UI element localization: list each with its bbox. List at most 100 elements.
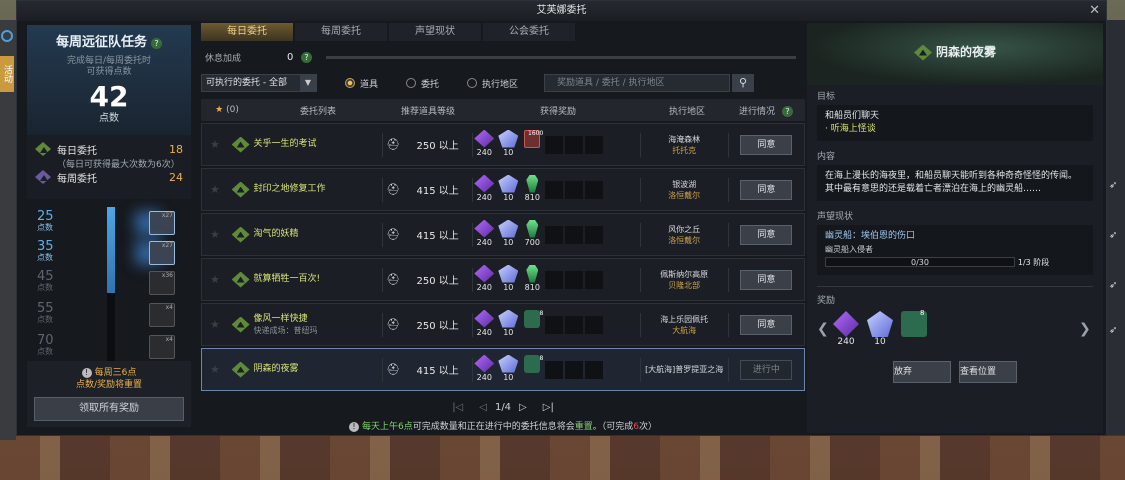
search-input[interactable]: 奖励道具 / 委托 / 执行地区 (544, 74, 731, 92)
favorite-star-icon[interactable]: ★ (202, 228, 228, 241)
quest-row[interactable]: ★ 封印之地修复工作 ⛑ 415 以上 240 10 810 银波湖 洛恒戴尔 同意 (201, 168, 805, 211)
reward-item[interactable]: 10 (497, 174, 519, 205)
reward-item[interactable]: 1600 (521, 129, 543, 160)
star-icon[interactable]: ★ (215, 105, 223, 115)
favorite-star-icon[interactable]: ★ (202, 363, 228, 376)
tier-reward-chest-icon[interactable]: x4 (149, 335, 175, 359)
reward-item[interactable]: 240 (473, 309, 495, 340)
reward-item[interactable]: 240 (473, 219, 495, 250)
expedition-title: 每周远征队任务 (55, 35, 147, 50)
weekly-quest-icon (35, 170, 51, 184)
claim-all-button[interactable]: 领取所有奖励 (34, 397, 184, 421)
quest-row[interactable]: ★ 就算牺牲一百次! ⛑ 250 以上 240 10 810 佩斯纳尔高原 贝隆北部 同意 (201, 258, 805, 301)
reward-item[interactable]: 8 (521, 354, 543, 385)
info-icon: ! (348, 422, 359, 432)
reward-item[interactable]: 700 (521, 219, 543, 250)
prev-page-icon[interactable]: ◁ (479, 402, 487, 413)
tab-0[interactable]: 每日委托 (201, 23, 293, 41)
close-icon[interactable]: ✕ (1089, 1, 1100, 21)
accept-button[interactable]: 同意 (740, 179, 793, 200)
help-icon[interactable]: ? (151, 38, 162, 49)
tier-level: 55 点数 (37, 301, 54, 324)
quest-name: 关乎一生的考试 (253, 139, 317, 149)
reward-item[interactable]: 240 (473, 264, 495, 295)
empty-reward-slot (565, 135, 584, 154)
table-header: ★ (0) 委托列表 推荐道具等级 获得奖励 执行地区 进行情况 ? (201, 99, 805, 121)
reward-item[interactable]: 240 (473, 354, 495, 385)
quest-type-icon (913, 44, 932, 61)
favorite-star-icon[interactable]: ★ (202, 138, 228, 151)
quest-row[interactable]: ★ 关乎一生的考试 ⛑ 250 以上 240 10 1600 海淹森林 托托克 同意 (201, 123, 805, 166)
last-page-icon[interactable]: ▷| (543, 402, 554, 413)
accept-button[interactable]: 同意 (740, 269, 793, 290)
tier-level: 35 点数 (37, 239, 54, 262)
tier-reward-chest-icon[interactable]: x27 (149, 241, 175, 265)
quest-row[interactable]: ★ 阴森的夜雾 ⛑ 415 以上 240 10 8 [大航海]普罗提亚之海 进行中 (201, 348, 805, 391)
reputation-sub: 幽灵船入侵者 (825, 245, 873, 254)
favorite-count: (0) (226, 105, 239, 115)
event-tab[interactable]: 活动 (0, 56, 14, 92)
pin-icon[interactable]: ➶ (1109, 230, 1121, 242)
detail-reward-item[interactable]: 10 (865, 311, 895, 347)
reward-item[interactable]: 10 (497, 309, 519, 340)
locate-button[interactable]: 查看位置 (959, 361, 1017, 383)
tab-1[interactable]: 每周委托 (295, 23, 387, 41)
tier-level: 25 点数 (37, 209, 54, 232)
tier-reward-chest-icon[interactable]: x36 (149, 271, 175, 295)
quest-row[interactable]: ★ 淘气的妖精 ⛑ 415 以上 240 10 700 风你之丘 洛恒戴尔 同意 (201, 213, 805, 256)
reward-item[interactable]: 10 (497, 264, 519, 295)
favorite-star-icon[interactable]: ★ (202, 183, 228, 196)
reputation-box: 幽灵船：埃伯恩的伤口 幽灵船入侵者 0/30 1/3 阶段 (817, 225, 1093, 275)
help-icon[interactable]: ? (781, 105, 793, 117)
area-name: 佩斯纳尔高原 (660, 269, 709, 279)
reward-list: 240 10 8 (473, 354, 639, 385)
radio-2[interactable]: 执行地区 (467, 77, 518, 90)
reward-item[interactable]: 810 (521, 264, 543, 295)
radio-0[interactable]: 道具 (345, 77, 378, 90)
quest-rows: ★ 关乎一生的考试 ⛑ 250 以上 240 10 1600 海淹森林 托托克 同意 ★ 封印之地修复… (201, 123, 805, 391)
reward-item[interactable]: 10 (497, 219, 519, 250)
divider (817, 281, 1093, 287)
pin-icon[interactable]: ➶ (1109, 325, 1121, 337)
radio-1[interactable]: 委托 (406, 77, 439, 90)
pin-icon[interactable]: ➶ (1109, 180, 1121, 192)
reward-item[interactable]: 10 (497, 129, 519, 160)
detail-reward-item[interactable]: 8 (899, 309, 929, 347)
weekly-value: 24 (169, 170, 183, 184)
accept-button[interactable]: 同意 (740, 224, 793, 245)
search-icon[interactable]: ⚲ (732, 74, 755, 92)
in-progress-button[interactable]: 进行中 (740, 359, 793, 380)
reward-item[interactable]: 240 (473, 174, 495, 205)
next-page-icon[interactable]: ▷ (519, 402, 527, 413)
window-title: 艾芙娜委托 (536, 5, 587, 16)
pin-icon[interactable]: ➶ (1109, 280, 1121, 292)
accept-button[interactable]: 同意 (740, 314, 793, 335)
empty-reward-slot (545, 180, 564, 199)
reward-item[interactable]: 240 (473, 129, 495, 160)
chevron-left-icon[interactable]: ❮ (817, 321, 831, 337)
tier-level: 45 点数 (37, 269, 54, 292)
favorite-star-icon[interactable]: ★ (202, 318, 228, 331)
tier-reward-chest-icon[interactable]: x27 (149, 211, 175, 235)
help-icon[interactable]: ? (301, 51, 312, 63)
reward-label: 奖励 (817, 296, 836, 306)
quest-filter-dropdown[interactable]: 可执行的委托 - 全部 ▼ (201, 74, 317, 92)
item-level: 415 以上 (416, 186, 459, 197)
item-level: 250 以上 (416, 276, 459, 287)
tier-reward-chest-icon[interactable]: x4 (149, 303, 175, 327)
reward-item[interactable]: 10 (497, 354, 519, 385)
tab-2[interactable]: 声望现状 (389, 23, 481, 41)
accept-button[interactable]: 同意 (740, 134, 793, 155)
reward-item[interactable]: 8 (521, 309, 543, 340)
detail-reward-item[interactable]: 240 (831, 311, 861, 347)
item-level: 415 以上 (416, 231, 459, 242)
tab-3[interactable]: 公会委托 (483, 23, 575, 41)
first-page-icon[interactable]: |◁ (452, 402, 463, 413)
reward-item[interactable]: 810 (521, 174, 543, 205)
points-breakdown: 每日委托 18 （每日可获得最大次数为6次） 每周委托 24 (27, 135, 191, 199)
chevron-right-icon[interactable]: ❯ (1079, 321, 1093, 337)
favorite-star-icon[interactable]: ★ (202, 273, 228, 286)
abandon-button[interactable]: 放弃 (893, 361, 951, 383)
quest-row[interactable]: ★ 像风一样快捷 快递成场：普纽玛 ⛑ 250 以上 240 10 8 海上乐园佩托 大航海 同意 (201, 303, 805, 346)
radio-dot-icon (467, 78, 478, 88)
